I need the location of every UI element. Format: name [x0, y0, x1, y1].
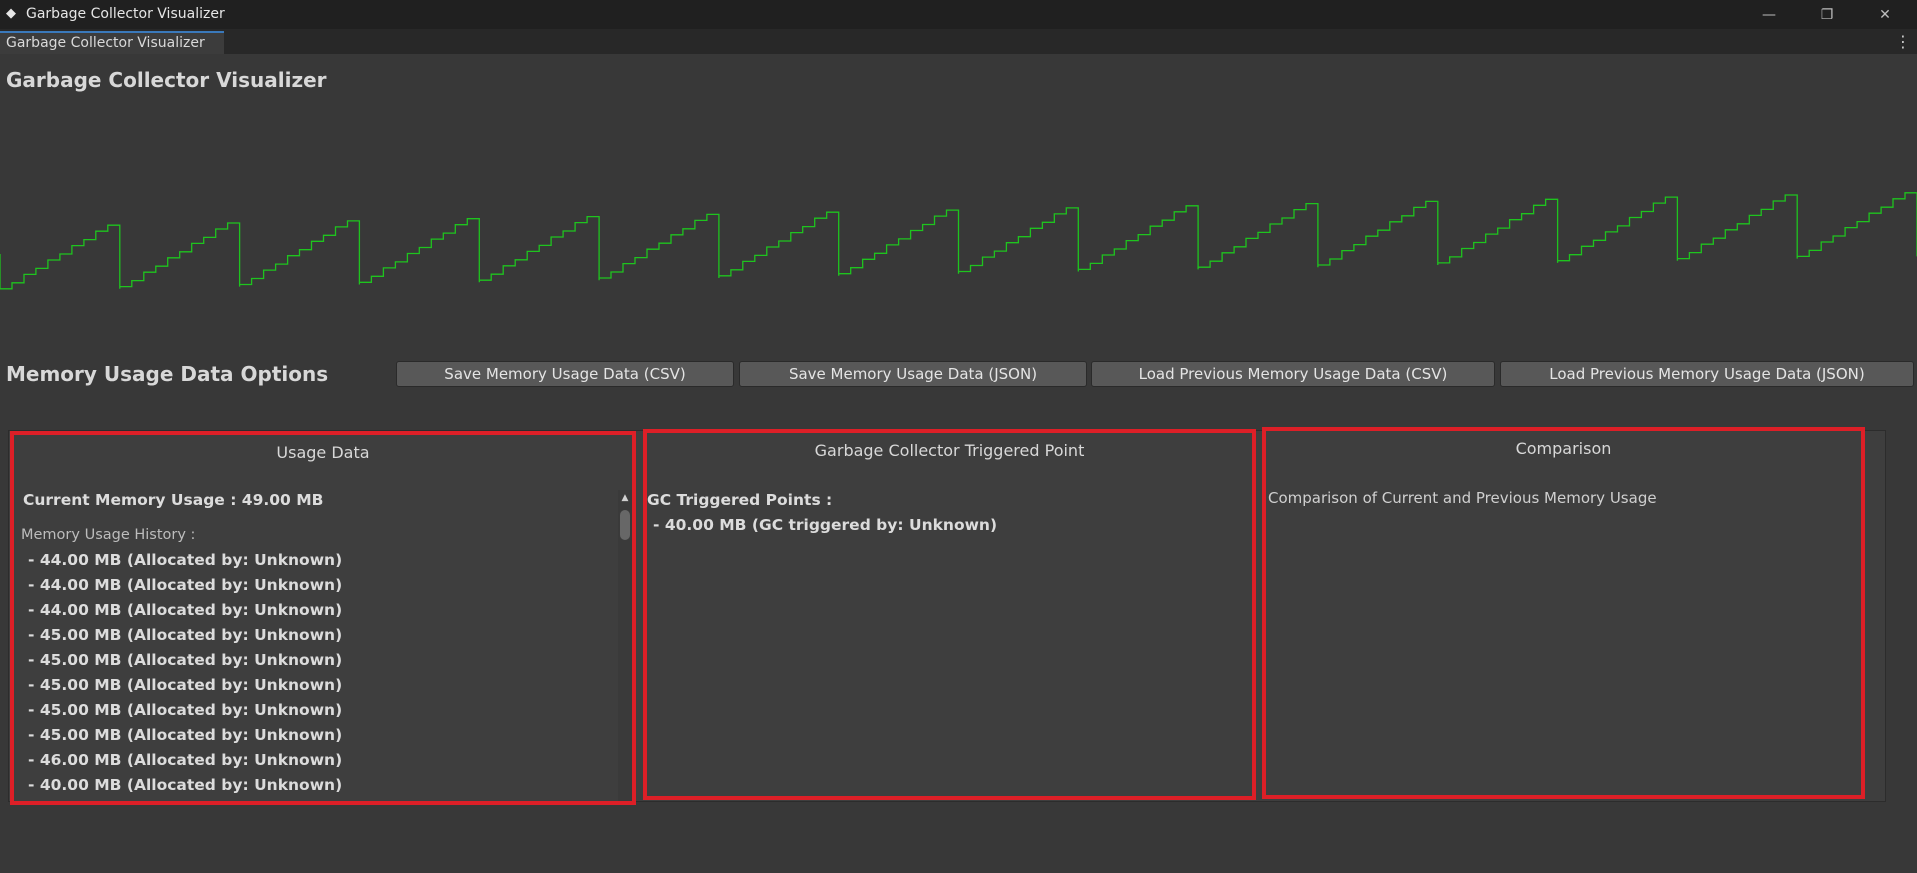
scroll-up-icon[interactable]: ▲: [618, 492, 632, 504]
history-item: - 45.00 MB (Allocated by: Unknown): [28, 726, 343, 744]
history-item: - 45.00 MB (Allocated by: Unknown): [28, 651, 343, 669]
usage-scrollbar[interactable]: ▲: [618, 490, 632, 801]
scrollbar-thumb[interactable]: [620, 510, 630, 540]
save-csv-button[interactable]: Save Memory Usage Data (CSV): [396, 361, 734, 387]
more-options-icon[interactable]: ⋮: [1895, 31, 1911, 53]
memory-history-list: - 44.00 MB (Allocated by: Unknown) - 44.0…: [28, 550, 342, 800]
usage-data-panel: Usage Data Current Memory Usage : 49.00 …: [10, 431, 636, 805]
options-heading: Memory Usage Data Options: [6, 362, 329, 386]
history-item: - 45.00 MB (Allocated by: Unknown): [28, 626, 343, 644]
history-item: - 46.00 MB (Allocated by: Unknown): [28, 751, 343, 769]
window-titlebar: ◆ Garbage Collector Visualizer — ❐ ✕: [0, 0, 1917, 29]
memory-history-label: Memory Usage History :: [21, 527, 196, 543]
gc-triggered-panel: Garbage Collector Triggered Point GC Tri…: [643, 429, 1256, 800]
history-item: - 45.00 MB (Allocated by: Unknown): [28, 676, 343, 694]
load-csv-button[interactable]: Load Previous Memory Usage Data (CSV): [1091, 361, 1495, 387]
memory-graph-svg: [0, 192, 1917, 290]
maximize-button[interactable]: ❐: [1798, 0, 1856, 29]
comparison-panel: Comparison Comparison of Current and Pre…: [1262, 427, 1865, 799]
minimize-button[interactable]: —: [1740, 0, 1798, 29]
history-item: - 45.00 MB (Allocated by: Unknown): [28, 701, 343, 719]
unity-logo-icon: ◆: [6, 6, 16, 21]
save-json-button[interactable]: Save Memory Usage Data (JSON): [739, 361, 1087, 387]
comparison-title: Comparison: [1515, 439, 1612, 458]
gc-point-item: - 40.00 MB (GC triggered by: Unknown): [653, 516, 998, 534]
memory-usage-graph: [0, 110, 1917, 350]
window-title: Garbage Collector Visualizer: [26, 6, 225, 22]
history-item: - 44.00 MB (Allocated by: Unknown): [28, 601, 343, 619]
history-item: - 44.00 MB (Allocated by: Unknown): [28, 576, 343, 594]
comparison-text: Comparison of Current and Previous Memor…: [1268, 489, 1657, 507]
history-item: - 40.00 MB (Allocated by: Unknown): [28, 776, 343, 794]
close-button[interactable]: ✕: [1856, 0, 1914, 29]
current-memory-usage: Current Memory Usage : 49.00 MB: [23, 491, 324, 509]
gc-points-label: GC Triggered Points :: [647, 491, 833, 509]
tab-garbage-collector-visualizer[interactable]: Garbage Collector Visualizer: [0, 31, 224, 54]
page-title: Garbage Collector Visualizer: [6, 68, 327, 92]
usage-data-title: Usage Data: [276, 443, 370, 462]
gc-triggered-title: Garbage Collector Triggered Point: [814, 441, 1085, 460]
history-item: - 44.00 MB (Allocated by: Unknown): [28, 551, 343, 569]
tab-bar: Garbage Collector Visualizer ⋮: [0, 29, 1917, 54]
memory-usage-line: [0, 192, 1917, 290]
load-json-button[interactable]: Load Previous Memory Usage Data (JSON): [1500, 361, 1914, 387]
